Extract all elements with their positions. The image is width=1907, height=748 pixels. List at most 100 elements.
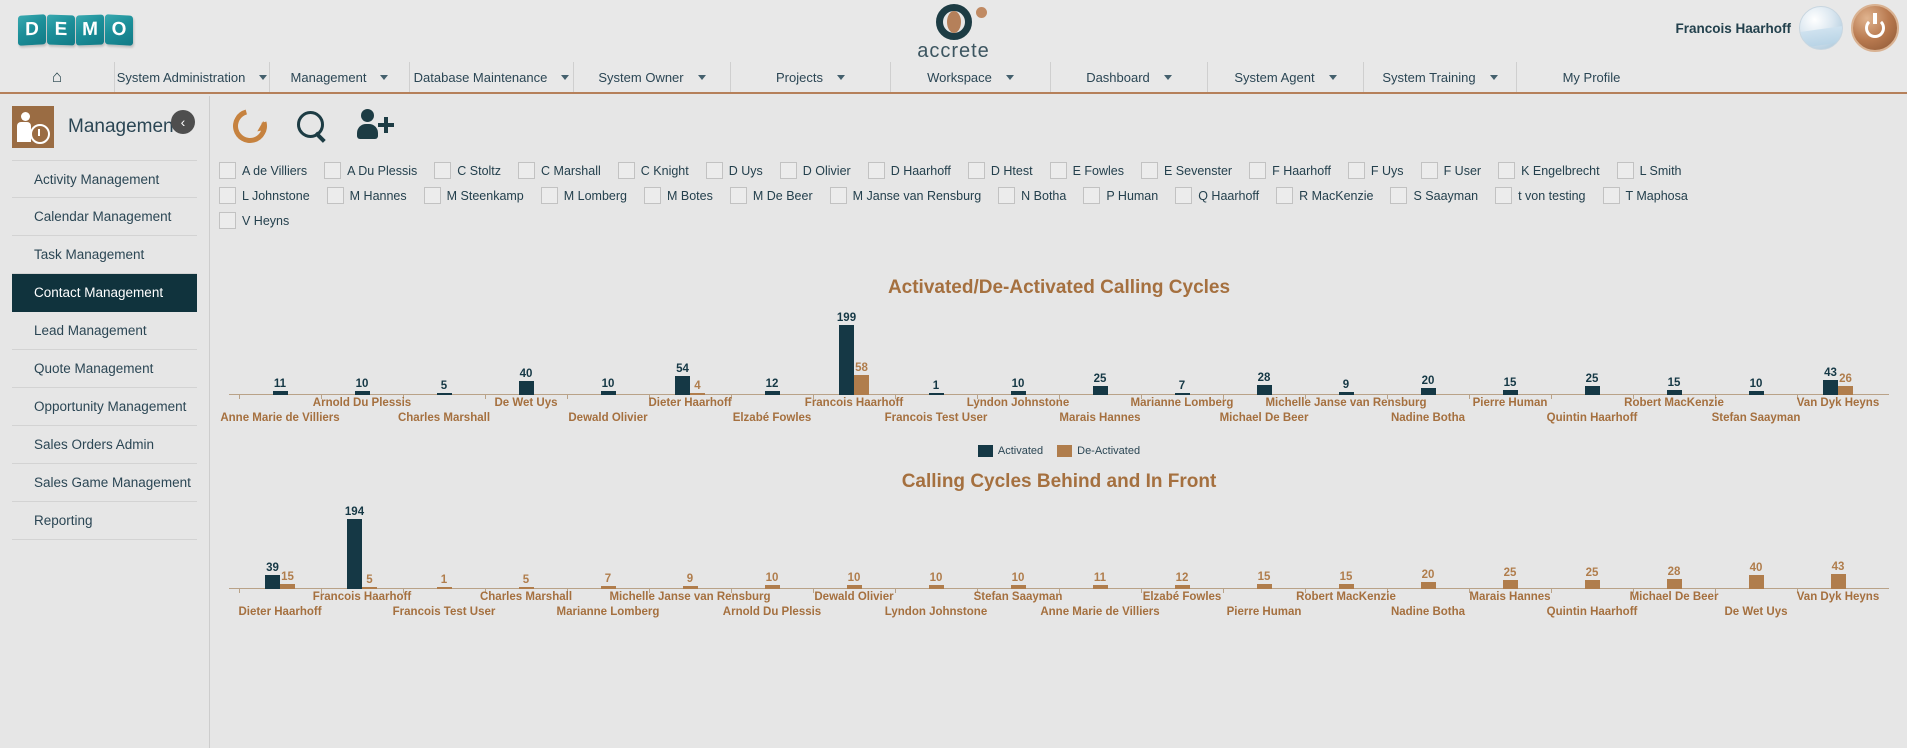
filter-checkbox-c-knight[interactable]: C Knight — [617, 162, 689, 179]
bar-group[interactable]: 20 — [1412, 375, 1444, 395]
checkbox-icon[interactable] — [967, 162, 985, 179]
checkbox-icon[interactable] — [1390, 187, 1408, 204]
bar-deact[interactable]: 43 — [1830, 561, 1846, 589]
checkbox-icon[interactable] — [617, 162, 635, 179]
filter-checkbox-r-mackenzie[interactable]: R MacKenzie — [1276, 187, 1373, 204]
filter-checkbox-v-heyns[interactable]: V Heyns — [219, 212, 289, 229]
bar-deact[interactable]: 40 — [1748, 562, 1764, 589]
bar-group[interactable]: 25 — [1084, 373, 1116, 395]
checkbox-icon[interactable] — [1602, 187, 1620, 204]
filter-checkbox-k-engelbrecht[interactable]: K Engelbrecht — [1498, 162, 1600, 179]
nav-item-projects[interactable]: Projects — [730, 62, 890, 92]
filter-checkbox-m-steenkamp[interactable]: M Steenkamp — [423, 187, 524, 204]
sidebar-item-quote-management[interactable]: Quote Management — [12, 350, 197, 388]
sidebar-item-task-management[interactable]: Task Management — [12, 236, 197, 274]
filter-checkbox-d-olivier[interactable]: D Olivier — [779, 162, 851, 179]
sidebar-item-lead-management[interactable]: Lead Management — [12, 312, 197, 350]
filter-checkbox-p-human[interactable]: P Human — [1083, 187, 1158, 204]
filter-checkbox-n-botha[interactable]: N Botha — [998, 187, 1066, 204]
bar-group[interactable]: 28 — [1248, 372, 1280, 395]
checkbox-icon[interactable] — [998, 187, 1016, 204]
power-icon[interactable] — [1851, 4, 1899, 52]
nav-item-system-owner[interactable]: System Owner — [573, 62, 730, 92]
nav-item-system-administration[interactable]: System Administration — [114, 62, 269, 92]
filter-checkbox-l-smith[interactable]: L Smith — [1616, 162, 1682, 179]
bar-deact[interactable]: 26 — [1838, 373, 1853, 395]
filter-checkbox-d-htest[interactable]: D Htest — [967, 162, 1033, 179]
refresh-icon[interactable] — [226, 102, 274, 150]
bar-deact[interactable]: 25 — [1584, 567, 1600, 589]
nav-item-system-training[interactable]: System Training — [1363, 62, 1516, 92]
filter-checkbox-m-lomberg[interactable]: M Lomberg — [540, 187, 627, 204]
filter-checkbox-m-hannes[interactable]: M Hannes — [326, 187, 407, 204]
sidebar-item-sales-orders-admin[interactable]: Sales Orders Admin — [12, 426, 197, 464]
bar-group[interactable]: 20 — [1412, 569, 1444, 589]
bar-group[interactable]: 39 15 — [264, 562, 296, 589]
filter-checkbox-t-maphosa[interactable]: T Maphosa — [1602, 187, 1688, 204]
nav-home[interactable]: ⌂ — [0, 62, 114, 92]
collapse-sidebar-button[interactable]: ‹ — [171, 110, 195, 134]
sidebar-item-activity-management[interactable]: Activity Management — [12, 160, 197, 198]
filter-checkbox-t-von-testing[interactable]: t von testing — [1495, 187, 1586, 204]
checkbox-icon[interactable] — [1083, 187, 1101, 204]
sidebar-item-calendar-management[interactable]: Calendar Management — [12, 198, 197, 236]
filter-checkbox-q-haarhoff[interactable]: Q Haarhoff — [1175, 187, 1259, 204]
bar-group[interactable]: 54 4 — [674, 363, 706, 395]
checkbox-icon[interactable] — [867, 162, 885, 179]
checkbox-icon[interactable] — [219, 162, 236, 179]
sidebar-item-reporting[interactable]: Reporting — [12, 502, 197, 540]
checkbox-icon[interactable] — [219, 212, 236, 229]
checkbox-icon[interactable] — [779, 162, 797, 179]
filter-checkbox-e-sevenster[interactable]: E Sevenster — [1141, 162, 1232, 179]
search-icon[interactable] — [295, 109, 329, 143]
bar-group[interactable]: 25 — [1576, 373, 1608, 395]
bar-group[interactable]: 43 — [1822, 561, 1854, 589]
checkbox-icon[interactable] — [644, 187, 661, 204]
sidebar-item-opportunity-management[interactable]: Opportunity Management — [12, 388, 197, 426]
checkbox-icon[interactable] — [829, 187, 847, 204]
bar-deact[interactable]: 58 — [854, 362, 869, 395]
bar-act[interactable]: 199 — [837, 312, 856, 395]
bar-group[interactable]: 194 5 — [345, 506, 378, 589]
filter-checkbox-c-marshall[interactable]: C Marshall — [518, 162, 601, 179]
bar-group[interactable]: 25 — [1494, 567, 1526, 589]
bar-act[interactable]: 39 — [265, 562, 280, 589]
nav-item-system-agent[interactable]: System Agent — [1207, 62, 1363, 92]
bar-group[interactable]: 28 — [1658, 566, 1690, 589]
bar-group[interactable]: 199 58 — [837, 312, 870, 395]
bar-group[interactable]: 40 — [1740, 562, 1772, 589]
add-contact-icon[interactable] — [357, 109, 395, 143]
sidebar-item-sales-game-management[interactable]: Sales Game Management — [12, 464, 197, 502]
checkbox-icon[interactable] — [219, 187, 236, 204]
filter-checkbox-d-uys[interactable]: D Uys — [705, 162, 763, 179]
checkbox-icon[interactable] — [1049, 162, 1067, 179]
bar-deact[interactable]: 25 — [1502, 567, 1518, 589]
checkbox-icon[interactable] — [1495, 187, 1513, 204]
filter-checkbox-s-saayman[interactable]: S Saayman — [1390, 187, 1478, 204]
bar-act[interactable]: 25 — [1584, 373, 1600, 395]
bar-act[interactable]: 28 — [1256, 372, 1272, 395]
avatar[interactable] — [1799, 6, 1843, 50]
checkbox-icon[interactable] — [423, 187, 441, 204]
checkbox-icon[interactable] — [1276, 187, 1294, 204]
filter-checkbox-f-uys[interactable]: F Uys — [1347, 162, 1404, 179]
bar-group[interactable]: 43 26 — [1822, 367, 1854, 395]
checkbox-icon[interactable] — [1249, 162, 1267, 179]
filter-checkbox-e-fowles[interactable]: E Fowles — [1049, 162, 1124, 179]
checkbox-icon[interactable] — [434, 162, 452, 179]
bar-act[interactable]: 25 — [1092, 373, 1108, 395]
bar-act[interactable]: 20 — [1420, 375, 1436, 395]
bar-act[interactable]: 54 — [675, 363, 690, 395]
filter-checkbox-m-de-beer[interactable]: M De Beer — [729, 187, 813, 204]
filter-checkbox-a-de-villiers[interactable]: A de Villiers — [219, 162, 307, 179]
checkbox-icon[interactable] — [540, 187, 558, 204]
filter-checkbox-c-stoltz[interactable]: C Stoltz — [434, 162, 501, 179]
nav-item-workspace[interactable]: Workspace — [890, 62, 1050, 92]
checkbox-icon[interactable] — [729, 187, 747, 204]
checkbox-icon[interactable] — [324, 162, 342, 179]
filter-checkbox-m-botes[interactable]: M Botes — [644, 187, 713, 204]
nav-item-database-maintenance[interactable]: Database Maintenance — [409, 62, 573, 92]
checkbox-icon[interactable] — [1616, 162, 1634, 179]
filter-checkbox-m-janse-van-rensburg[interactable]: M Janse van Rensburg — [829, 187, 981, 204]
filter-checkbox-a-du-plessis[interactable]: A Du Plessis — [324, 162, 417, 179]
